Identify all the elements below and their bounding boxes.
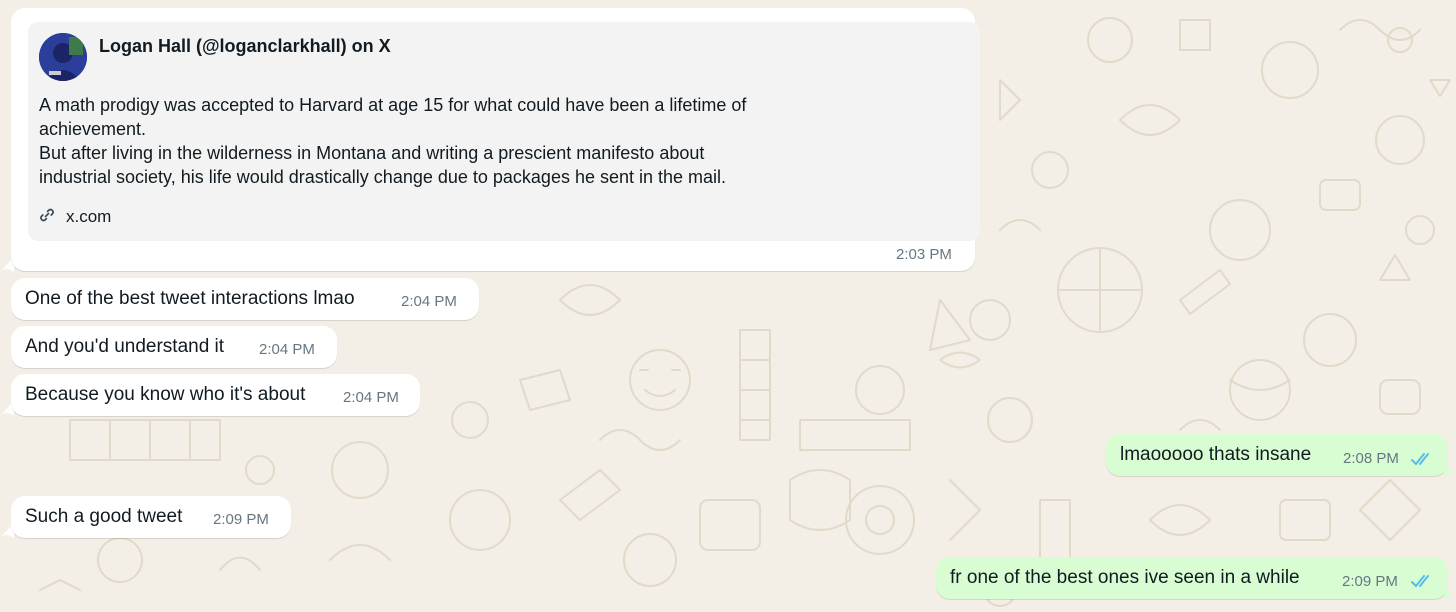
message-text: lmaooooo thats insane xyxy=(1120,444,1312,465)
link-preview-description: A math prodigy was accepted to Harvard a… xyxy=(39,93,746,189)
double-check-icon xyxy=(1411,453,1429,465)
link-preview-domain[interactable]: x.com xyxy=(66,207,111,227)
message-text: One of the best tweet interactions lmao xyxy=(25,288,355,309)
message-time: 2:04 PM xyxy=(401,293,457,310)
avatar xyxy=(39,33,87,81)
link-preview-description-line: But after living in the wilderness in Mo… xyxy=(39,143,705,163)
outgoing-message[interactable]: lmaooooo thats insane 2:08 PM xyxy=(1106,434,1448,476)
message-text: Such a good tweet xyxy=(25,506,183,527)
message-text: Because you know who it's about xyxy=(25,384,306,405)
link-preview-card[interactable]: Logan Hall (@loganclarkhall) on X A math… xyxy=(28,22,980,241)
incoming-message[interactable]: Because you know who it's about 2:04 PM xyxy=(11,374,420,416)
link-preview-title: Logan Hall (@loganclarkhall) on X xyxy=(99,36,391,56)
link-preview-description-line: achievement. xyxy=(39,119,147,139)
link-preview-message[interactable]: Logan Hall (@loganclarkhall) on X A math… xyxy=(11,8,980,271)
message-time: 2:04 PM xyxy=(343,389,399,406)
message-time: 2:09 PM xyxy=(1342,573,1398,590)
link-preview-description-line: A math prodigy was accepted to Harvard a… xyxy=(39,95,747,115)
bubble-tail xyxy=(1444,460,1456,476)
message-text: fr one of the best ones ive seen in a wh… xyxy=(950,567,1300,588)
bubble-tail xyxy=(1444,583,1456,599)
incoming-message[interactable]: And you'd understand it 2:04 PM xyxy=(11,326,337,368)
message-text: And you'd understand it xyxy=(25,336,225,357)
message-time: 2:09 PM xyxy=(213,511,269,528)
incoming-message[interactable]: One of the best tweet interactions lmao … xyxy=(11,278,479,320)
message-time: 2:08 PM xyxy=(1343,450,1399,467)
double-check-icon xyxy=(1411,575,1429,587)
outgoing-message[interactable]: fr one of the best ones ive seen in a wh… xyxy=(936,557,1448,599)
link-preview-description-line: industrial society, his life would drast… xyxy=(39,167,727,187)
message-time: 2:04 PM xyxy=(259,341,315,358)
message-time: 2:03 PM xyxy=(896,246,952,263)
link-icon xyxy=(40,208,54,222)
incoming-message[interactable]: Such a good tweet 2:09 PM xyxy=(11,496,291,538)
